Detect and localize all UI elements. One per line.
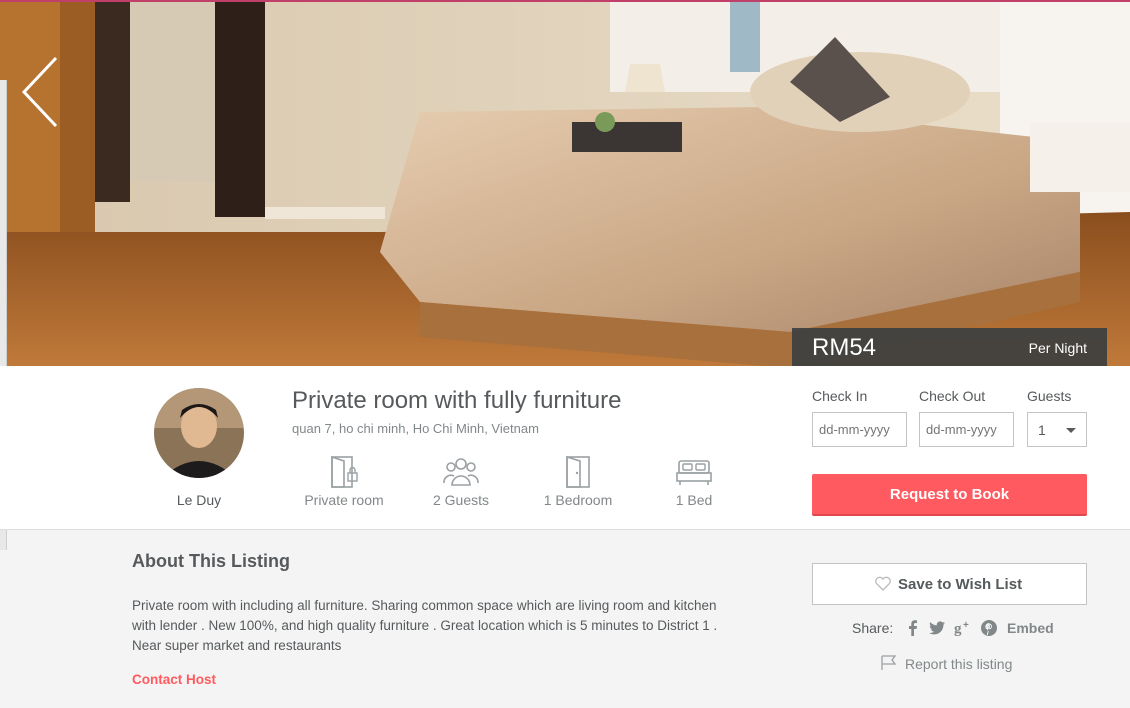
guests-label: Guests bbox=[1027, 388, 1072, 404]
twitter-icon[interactable] bbox=[928, 618, 946, 638]
wishlist-label: Save to Wish List bbox=[898, 576, 1023, 593]
host-avatar[interactable] bbox=[154, 388, 244, 478]
guests-select[interactable]: 1 bbox=[1027, 412, 1087, 447]
bed-icon bbox=[676, 460, 712, 485]
heart-icon bbox=[875, 576, 891, 591]
embed-link[interactable]: Embed bbox=[1007, 620, 1054, 636]
price-amount: RM54 bbox=[812, 334, 877, 361]
feature-beds: 1 Bed bbox=[634, 455, 754, 508]
feature-room-type: Private room bbox=[284, 455, 404, 508]
price-badge: RM54 Per Night bbox=[792, 328, 1107, 366]
feature-label: 1 Bed bbox=[675, 492, 713, 508]
checkout-input[interactable] bbox=[919, 412, 1014, 447]
checkout-label: Check Out bbox=[919, 388, 986, 404]
door-lock-icon bbox=[331, 455, 358, 488]
host-name[interactable]: Le Duy bbox=[154, 492, 244, 508]
flag-icon bbox=[881, 655, 897, 670]
feature-label: 2 Guests bbox=[432, 492, 490, 508]
feature-guests: 2 Guests bbox=[401, 455, 521, 508]
share-label: Share: bbox=[852, 620, 894, 636]
save-to-wishlist-button[interactable]: Save to Wish List bbox=[812, 563, 1087, 605]
request-to-book-button[interactable]: Request to Book bbox=[812, 474, 1087, 516]
feature-bedrooms: 1 Bedroom bbox=[518, 455, 638, 508]
google-plus-icon[interactable]: g + bbox=[954, 618, 972, 638]
contact-host-link[interactable]: Contact Host bbox=[132, 672, 216, 687]
report-label: Report this listing bbox=[905, 656, 1013, 672]
guests-value: 1 bbox=[1038, 422, 1046, 438]
listing-photo[interactable]: RM54 Per Night bbox=[0, 0, 1130, 366]
svg-text:g: g bbox=[954, 621, 962, 637]
previous-photo-arrow[interactable] bbox=[18, 54, 62, 130]
feature-label: Private room bbox=[304, 492, 384, 508]
price-unit: Per Night bbox=[1028, 340, 1087, 356]
about-title: About This Listing bbox=[132, 551, 290, 571]
about-description: Private room with including all furnitur… bbox=[132, 598, 718, 653]
door-icon bbox=[566, 455, 590, 488]
listing-title: Private room with fully furniture bbox=[292, 387, 622, 414]
checkin-input[interactable] bbox=[812, 412, 907, 447]
checkin-label: Check In bbox=[812, 388, 868, 404]
facebook-icon[interactable] bbox=[904, 618, 922, 638]
guests-icon bbox=[443, 458, 479, 486]
chevron-down-icon bbox=[1066, 428, 1076, 433]
svg-text:+: + bbox=[963, 620, 969, 631]
listing-location: quan 7, ho chi minh, Ho Chi Minh, Vietna… bbox=[292, 421, 539, 436]
pinterest-icon[interactable] bbox=[980, 618, 998, 638]
feature-label: 1 Bedroom bbox=[543, 492, 613, 508]
